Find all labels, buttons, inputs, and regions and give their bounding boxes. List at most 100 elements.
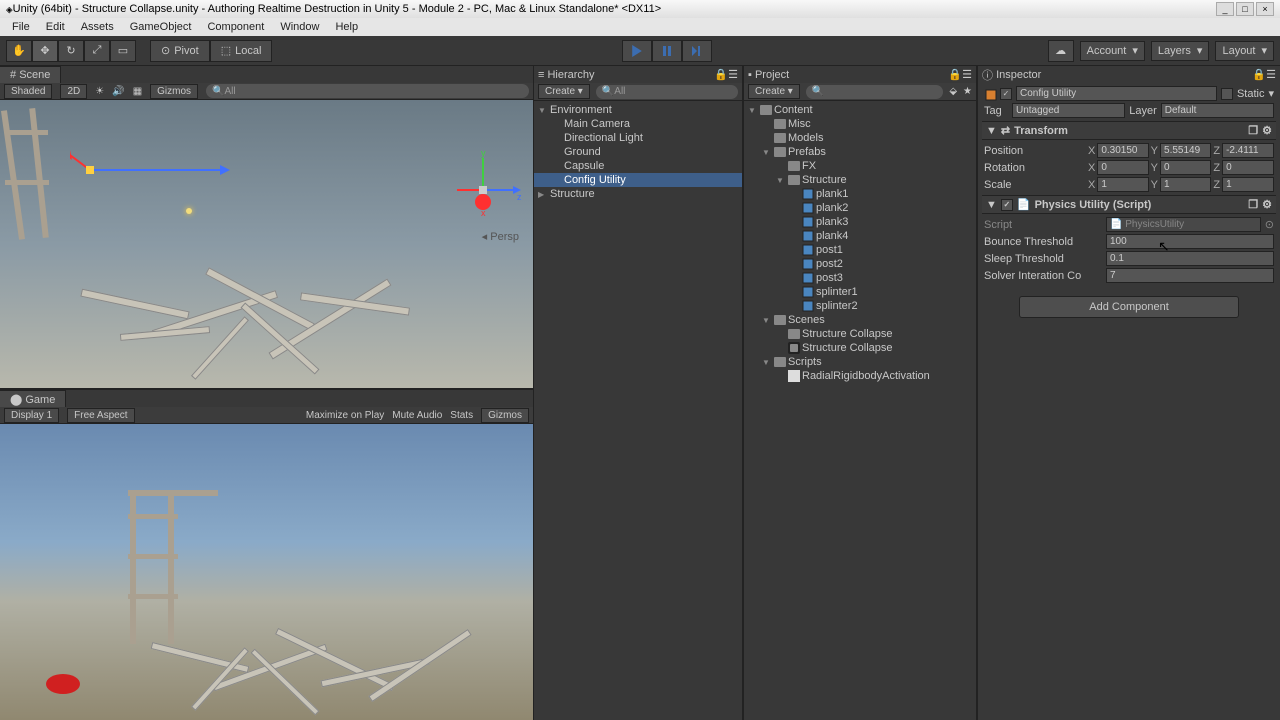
gear-icon[interactable]: ⚙	[1262, 124, 1272, 137]
minimize-button[interactable]: _	[1216, 2, 1234, 16]
menu-component[interactable]: Component	[199, 19, 272, 35]
scale-z-field[interactable]: 1	[1222, 177, 1274, 192]
local-toggle[interactable]: ⬚Local	[210, 40, 273, 62]
rect-tool[interactable]: ▭	[110, 40, 136, 62]
rot-y-field[interactable]: 0	[1160, 160, 1211, 175]
project-item[interactable]: Structure Collapse	[744, 341, 976, 355]
scene-search[interactable]: 🔍All	[206, 84, 529, 98]
transform-component-header[interactable]: ▼⇄Transform❐⚙	[982, 121, 1276, 140]
project-item[interactable]: RadialRigidbodyActivation	[744, 369, 976, 383]
project-item[interactable]: Misc	[744, 117, 976, 131]
panel-menu-icon[interactable]: ☰	[962, 68, 972, 81]
hierarchy-item[interactable]: Ground	[534, 145, 742, 159]
account-dropdown[interactable]: Account▾	[1080, 41, 1145, 61]
pos-x-field[interactable]: 0.30150	[1097, 143, 1148, 158]
rot-x-field[interactable]: 0	[1097, 160, 1148, 175]
star-icon[interactable]: ★	[963, 86, 972, 97]
hierarchy-item[interactable]: Capsule	[534, 159, 742, 173]
bounce-field[interactable]: 100	[1106, 234, 1274, 249]
static-dropdown-icon[interactable]: ▾	[1268, 87, 1274, 100]
enabled-checkbox[interactable]: ✓	[1000, 88, 1012, 100]
menu-gameobject[interactable]: GameObject	[122, 19, 200, 35]
project-item[interactable]: plank4	[744, 229, 976, 243]
scene-tab[interactable]: # Scene	[0, 66, 61, 83]
project-item[interactable]: splinter1	[744, 285, 976, 299]
filter-icon[interactable]: ⬙	[949, 86, 957, 97]
project-item[interactable]: plank2	[744, 201, 976, 215]
hierarchy-item[interactable]: Main Camera	[534, 117, 742, 131]
cloud-button[interactable]: ☁	[1048, 40, 1074, 62]
play-button[interactable]	[622, 40, 652, 62]
gear-icon[interactable]: ⚙	[1262, 198, 1272, 211]
light-icon[interactable]: ☀	[95, 86, 104, 97]
scale-x-field[interactable]: 1	[1097, 177, 1148, 192]
rotate-tool[interactable]: ↻	[58, 40, 84, 62]
project-item[interactable]: ▼ Scripts	[744, 355, 976, 369]
object-name-field[interactable]: Config Utility	[1016, 86, 1217, 101]
fx-icon[interactable]: ▦	[133, 86, 142, 97]
menu-edit[interactable]: Edit	[38, 19, 73, 35]
step-button[interactable]	[682, 40, 712, 62]
hierarchy-create[interactable]: Create ▾	[538, 84, 590, 99]
lock-icon[interactable]: 🔒	[1252, 68, 1266, 81]
rot-z-field[interactable]: 0	[1222, 160, 1274, 175]
lock-icon[interactable]: 🔒	[714, 68, 728, 81]
project-item[interactable]: FX	[744, 159, 976, 173]
scene-viewport[interactable]: y z x ◂ Persp	[0, 100, 533, 388]
orientation-gizmo[interactable]: y z x	[443, 150, 523, 230]
hand-tool[interactable]: ✋	[6, 40, 32, 62]
layout-dropdown[interactable]: Layout▾	[1215, 41, 1274, 61]
game-viewport[interactable]	[0, 424, 533, 720]
project-item[interactable]: plank3	[744, 215, 976, 229]
game-tab[interactable]: ⬤ Game	[0, 390, 66, 408]
pause-button[interactable]	[652, 40, 682, 62]
hierarchy-item[interactable]: Directional Light	[534, 131, 742, 145]
project-item[interactable]: post1	[744, 243, 976, 257]
move-gizmo[interactable]	[70, 140, 230, 200]
max-on-play-toggle[interactable]: Maximize on Play	[306, 410, 384, 421]
project-item[interactable]: splinter2	[744, 299, 976, 313]
project-create[interactable]: Create ▾	[748, 84, 800, 99]
panel-menu-icon[interactable]: ☰	[728, 68, 738, 81]
project-item[interactable]: post2	[744, 257, 976, 271]
game-gizmos-dropdown[interactable]: Gizmos	[481, 408, 529, 423]
move-tool[interactable]: ✥	[32, 40, 58, 62]
pivot-toggle[interactable]: ⊙Pivot	[150, 40, 210, 62]
stats-toggle[interactable]: Stats	[450, 410, 473, 421]
solver-field[interactable]: 7	[1106, 268, 1274, 283]
menu-file[interactable]: File	[4, 19, 38, 35]
menu-assets[interactable]: Assets	[73, 19, 122, 35]
menu-window[interactable]: Window	[272, 19, 327, 35]
help-icon[interactable]: ❐	[1248, 124, 1258, 137]
lock-icon[interactable]: 🔒	[948, 68, 962, 81]
hierarchy-search[interactable]: 🔍All	[596, 85, 738, 99]
pos-y-field[interactable]: 5.55149	[1160, 143, 1211, 158]
add-component-button[interactable]: Add Component	[1019, 296, 1239, 318]
tag-dropdown[interactable]: Untagged	[1012, 103, 1125, 118]
project-item[interactable]: ▼ Prefabs	[744, 145, 976, 159]
scale-tool[interactable]: ⤢	[84, 40, 110, 62]
project-item[interactable]: ▼ Structure	[744, 173, 976, 187]
2d-toggle[interactable]: 2D	[60, 84, 87, 99]
layers-dropdown[interactable]: Layers▾	[1151, 41, 1210, 61]
menu-help[interactable]: Help	[327, 19, 366, 35]
project-item[interactable]: Models	[744, 131, 976, 145]
project-item[interactable]: ▼ Scenes	[744, 313, 976, 327]
project-item[interactable]: post3	[744, 271, 976, 285]
physics-component-header[interactable]: ▼✓📄Physics Utility (Script)❐⚙	[982, 195, 1276, 214]
help-icon[interactable]: ❐	[1248, 198, 1258, 211]
hierarchy-item[interactable]: ▼Environment	[534, 103, 742, 117]
hierarchy-item[interactable]: Config Utility	[534, 173, 742, 187]
display-dropdown[interactable]: Display 1	[4, 408, 59, 423]
close-button[interactable]: ×	[1256, 2, 1274, 16]
panel-menu-icon[interactable]: ☰	[1266, 68, 1276, 81]
static-checkbox[interactable]	[1221, 88, 1233, 100]
component-enabled-checkbox[interactable]: ✓	[1001, 199, 1013, 211]
mute-audio-toggle[interactable]: Mute Audio	[392, 410, 442, 421]
gizmos-dropdown[interactable]: Gizmos	[150, 84, 198, 99]
pos-z-field[interactable]: -2.4111	[1222, 143, 1274, 158]
shaded-dropdown[interactable]: Shaded	[4, 84, 52, 99]
project-item[interactable]: plank1	[744, 187, 976, 201]
audio-icon[interactable]: 🔊	[112, 86, 124, 97]
project-item[interactable]: Structure Collapse	[744, 327, 976, 341]
